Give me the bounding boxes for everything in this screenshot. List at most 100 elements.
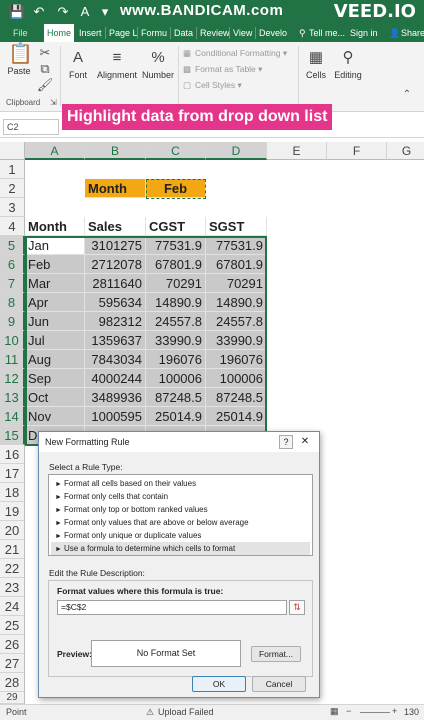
- font-button[interactable]: A Font: [62, 48, 94, 80]
- table-cell-sgst[interactable]: 100006: [206, 369, 267, 388]
- month-dropdown-cell[interactable]: Feb: [146, 179, 206, 198]
- table-cell-cgst[interactable]: 70291: [146, 274, 206, 293]
- column-header-e[interactable]: E: [267, 142, 327, 160]
- formula-input[interactable]: =$C$2: [57, 600, 287, 615]
- close-icon[interactable]: ✕: [296, 435, 314, 449]
- rule-type-item[interactable]: ► Format only unique or duplicate values: [51, 529, 310, 542]
- table-cell-month[interactable]: Jan: [25, 236, 85, 255]
- table-cell-sales[interactable]: 1359637: [85, 331, 146, 350]
- rule-type-item[interactable]: ► Format only top or bottom ranked values: [51, 503, 310, 516]
- upload-status[interactable]: Upload Failed: [158, 707, 214, 717]
- row-header[interactable]: 28: [0, 673, 25, 692]
- row-header[interactable]: 26: [0, 635, 25, 654]
- table-header-sales[interactable]: Sales: [85, 217, 146, 236]
- zoom-out-icon[interactable]: −: [346, 706, 351, 716]
- sign-in-link[interactable]: Sign in: [347, 24, 381, 42]
- row-header[interactable]: 24: [0, 597, 25, 616]
- table-cell-sgst[interactable]: 87248.5: [206, 388, 267, 407]
- collapse-ribbon-icon[interactable]: ⌃: [398, 86, 416, 104]
- table-cell-sgst[interactable]: 77531.9: [206, 236, 267, 255]
- format-as-table-button[interactable]: ▩ Format as Table ▾: [183, 64, 262, 75]
- tab-view[interactable]: View: [230, 24, 255, 42]
- rule-type-item-selected[interactable]: ► Use a formula to determine which cells …: [51, 542, 310, 555]
- table-cell-cgst[interactable]: 24557.8: [146, 312, 206, 331]
- table-cell-month[interactable]: Aug: [25, 350, 85, 369]
- range-selector-icon[interactable]: ⇅: [289, 600, 305, 615]
- row-header[interactable]: 3: [0, 198, 25, 217]
- font-color-icon[interactable]: A: [76, 3, 94, 21]
- table-cell-sgst[interactable]: 196076: [206, 350, 267, 369]
- column-header-a[interactable]: A: [25, 142, 85, 160]
- row-header[interactable]: 25: [0, 616, 25, 635]
- row-header[interactable]: 17: [0, 464, 25, 483]
- paste-button[interactable]: 📋 Paste: [4, 44, 34, 76]
- row-header[interactable]: 10: [0, 331, 25, 350]
- column-header-c[interactable]: C: [146, 142, 206, 160]
- tab-page-layout[interactable]: Page L: [106, 24, 141, 42]
- row-header[interactable]: 13: [0, 388, 25, 407]
- table-cell-cgst[interactable]: 100006: [146, 369, 206, 388]
- table-cell-month[interactable]: Apr: [25, 293, 85, 312]
- tab-data[interactable]: Data: [171, 24, 196, 42]
- row-header[interactable]: 19: [0, 502, 25, 521]
- clipboard-expand-icon[interactable]: ⇲: [50, 98, 57, 107]
- table-cell-sales[interactable]: 982312: [85, 312, 146, 331]
- table-cell-cgst[interactable]: 87248.5: [146, 388, 206, 407]
- tab-developer[interactable]: Develo: [256, 24, 290, 42]
- redo-icon[interactable]: ↷: [54, 3, 72, 21]
- table-cell-sgst[interactable]: 33990.9: [206, 331, 267, 350]
- table-header-month[interactable]: Month: [25, 217, 85, 236]
- column-header-d[interactable]: D: [206, 142, 267, 160]
- table-cell-month[interactable]: Nov: [25, 407, 85, 426]
- table-cell-month[interactable]: Oct: [25, 388, 85, 407]
- table-cell-cgst[interactable]: 67801.9: [146, 255, 206, 274]
- row-header[interactable]: 4: [0, 217, 25, 236]
- row-header[interactable]: 29: [0, 692, 25, 704]
- row-header[interactable]: 11: [0, 350, 25, 369]
- row-header[interactable]: 7: [0, 274, 25, 293]
- table-cell-month[interactable]: Feb: [25, 255, 85, 274]
- table-cell-sales[interactable]: 2811640: [85, 274, 146, 293]
- row-header[interactable]: 20: [0, 521, 25, 540]
- table-cell-sgst[interactable]: 25014.9: [206, 407, 267, 426]
- format-button[interactable]: Format...: [251, 646, 301, 662]
- table-cell-sgst[interactable]: 70291: [206, 274, 267, 293]
- table-cell-cgst[interactable]: 25014.9: [146, 407, 206, 426]
- table-cell-sgst[interactable]: 67801.9: [206, 255, 267, 274]
- column-header-b[interactable]: B: [85, 142, 146, 160]
- row-header[interactable]: 18: [0, 483, 25, 502]
- alignment-button[interactable]: ≡ Alignment: [94, 48, 140, 80]
- format-painter-icon[interactable]: 🖌: [36, 76, 54, 94]
- zoom-slider[interactable]: [360, 712, 390, 713]
- rule-type-item[interactable]: ► Format only cells that contain: [51, 490, 310, 503]
- table-header-sgst[interactable]: SGST: [206, 217, 267, 236]
- table-cell-sales[interactable]: 2712078: [85, 255, 146, 274]
- help-button[interactable]: ?: [279, 435, 293, 449]
- table-cell-sales[interactable]: 4000244: [85, 369, 146, 388]
- zoom-level[interactable]: 130: [404, 707, 419, 717]
- row-header[interactable]: 16: [0, 445, 25, 464]
- undo-icon[interactable]: ↶: [30, 3, 48, 21]
- tab-formulas[interactable]: Formu: [138, 24, 170, 42]
- cell-styles-button[interactable]: ▢ Cell Styles ▾: [183, 80, 242, 91]
- table-cell-sales[interactable]: 3101275: [85, 236, 146, 255]
- ok-button[interactable]: OK: [192, 676, 246, 692]
- row-header[interactable]: 12: [0, 369, 25, 388]
- table-cell-sales[interactable]: 3489936: [85, 388, 146, 407]
- row-header[interactable]: 22: [0, 559, 25, 578]
- column-header-f[interactable]: F: [327, 142, 387, 160]
- table-cell-sales[interactable]: 7843034: [85, 350, 146, 369]
- cells-button[interactable]: ▦ Cells: [300, 48, 332, 80]
- table-cell-month[interactable]: Sep: [25, 369, 85, 388]
- row-header[interactable]: 27: [0, 654, 25, 673]
- table-cell-sgst[interactable]: 24557.8: [206, 312, 267, 331]
- row-header[interactable]: 5: [0, 236, 25, 255]
- row-header[interactable]: 23: [0, 578, 25, 597]
- cancel-button[interactable]: Cancel: [252, 676, 306, 692]
- row-header[interactable]: 8: [0, 293, 25, 312]
- normal-view-icon[interactable]: ▦: [330, 706, 339, 717]
- tab-home[interactable]: Home: [44, 24, 75, 42]
- table-cell-sales[interactable]: 595634: [85, 293, 146, 312]
- rule-type-item[interactable]: ► Format all cells based on their values: [51, 477, 310, 490]
- table-cell-cgst[interactable]: 33990.9: [146, 331, 206, 350]
